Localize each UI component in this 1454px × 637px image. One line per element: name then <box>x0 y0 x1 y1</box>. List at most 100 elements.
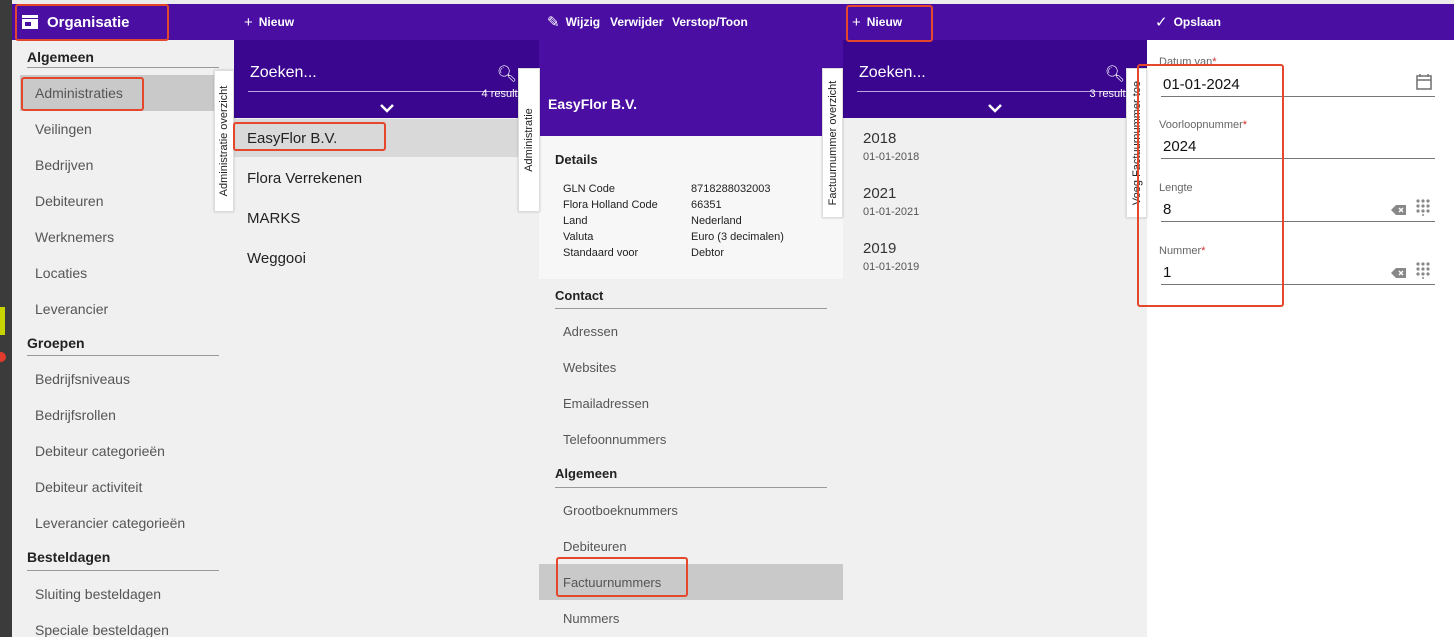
datum-field[interactable]: 01-01-2024 <box>1163 76 1240 93</box>
list-item-marks[interactable]: MARKS <box>234 199 539 237</box>
invoice-search-bar: Zoeken... 🔍︎ 3 resultaten <box>843 40 1147 118</box>
divider <box>555 308 827 309</box>
org-sidebar: Algemeen Administraties Veilingen Bedrij… <box>12 40 234 637</box>
detail-topbar: ✎ Wijzig Verwijder Verstop/Toon <box>539 4 843 40</box>
general-header: Algemeen <box>555 466 618 481</box>
invoice-search-input[interactable]: Zoeken... <box>859 64 926 82</box>
edit-label: Wijzig <box>565 15 601 29</box>
admin-topbar: + Nieuw <box>234 4 539 40</box>
detail-item-nummers[interactable]: Nummers <box>539 600 843 636</box>
detail-label: Flora Holland Code <box>563 199 658 211</box>
plus-icon: + <box>852 13 861 31</box>
detail-header: EasyFlor B.V. <box>539 40 843 136</box>
section-header-groepen: Groepen <box>27 335 85 351</box>
sidebar-item-bedrijfsniveaus[interactable]: Bedrijfsniveaus <box>20 361 226 397</box>
admin-new-button[interactable]: + Nieuw <box>244 4 294 40</box>
detail-item-adressen[interactable]: Adressen <box>539 313 843 349</box>
sidebar-item-administraties[interactable]: Administraties <box>20 75 226 111</box>
sidebar-item-sluiting-besteldagen[interactable]: Sluiting besteldagen <box>20 576 226 612</box>
invoice-year[interactable]: 2019 <box>863 240 896 257</box>
detail-label: Valuta <box>563 231 594 243</box>
field-underline <box>1161 158 1435 159</box>
divider <box>555 487 827 488</box>
detail-item-factuurnummers[interactable]: Factuurnummers <box>539 564 843 600</box>
detail-item-debiteuren[interactable]: Debiteuren <box>539 528 843 564</box>
toggle-button[interactable]: Verstop/Toon <box>672 4 748 40</box>
list-item-flora-verrekenen[interactable]: Flora Verrekenen <box>234 159 539 197</box>
desktop-edge <box>0 0 12 637</box>
detail-label: Land <box>563 215 588 227</box>
sidebar-item-werknemers[interactable]: Werknemers <box>20 219 226 255</box>
field-underline <box>1161 284 1435 285</box>
invoice-year[interactable]: 2018 <box>863 130 896 147</box>
org-title-label: Organisatie <box>47 13 130 31</box>
voorloop-field[interactable]: 2024 <box>1163 138 1196 155</box>
detail-item-telefoonnummers[interactable]: Telefoonnummers <box>539 421 843 457</box>
administratie-tab-label: Administratie <box>523 108 535 172</box>
clear-icon[interactable] <box>1391 266 1407 282</box>
sidebar-item-debiteuren[interactable]: Debiteuren <box>20 183 226 219</box>
detail-item-websites[interactable]: Websites <box>539 349 843 385</box>
sidebar-item-speciale-besteldagen[interactable]: Speciale besteldagen <box>20 612 226 637</box>
admin-overview-tab-label: Administratie overzicht <box>218 85 230 197</box>
administratie-tab[interactable]: Administratie <box>518 68 540 212</box>
chevron-down-icon[interactable] <box>379 100 395 116</box>
divider <box>27 67 219 68</box>
invoice-list-panel: Zoeken... 🔍︎ 3 resultaten 2018 01-01-201… <box>843 40 1147 637</box>
chevron-down-icon[interactable] <box>987 100 1003 116</box>
invoice-form-panel: Datum van* 01-01-2024 Voorloopnummer* 20… <box>1147 40 1454 637</box>
sidebar-item-veilingen[interactable]: Veilingen <box>20 111 226 147</box>
save-label: Opslaan <box>1173 15 1221 29</box>
detail-title: EasyFlor B.V. <box>548 96 637 112</box>
keypad-icon[interactable] <box>1415 261 1431 282</box>
invoice-new-button[interactable]: + Nieuw <box>852 4 902 40</box>
calendar-icon[interactable] <box>1415 73 1433 94</box>
search-icon[interactable]: 🔍︎ <box>1105 64 1125 84</box>
clear-icon[interactable] <box>1391 203 1407 219</box>
list-item-easyflor[interactable]: EasyFlor B.V. <box>234 119 539 157</box>
details-section: Details GLN Code 8718288032003 Flora Hol… <box>539 136 843 279</box>
admin-overview-tab[interactable]: Administratie overzicht <box>214 70 234 212</box>
detail-value: 8718288032003 <box>691 183 771 195</box>
divider <box>27 355 219 356</box>
detail-item-emailadressen[interactable]: Emailadressen <box>539 385 843 421</box>
add-invoice-tab[interactable]: Voeg Factuurnummer toe <box>1126 68 1147 218</box>
list-item-weggooi[interactable]: Weggooi <box>234 239 539 277</box>
org-topbar: Organisatie <box>12 4 234 40</box>
toggle-label: Verstop/Toon <box>672 15 748 29</box>
lengte-field[interactable]: 8 <box>1163 201 1171 218</box>
detail-value: Nederland <box>691 215 742 227</box>
plus-icon: + <box>244 13 253 31</box>
field-underline <box>1161 221 1435 222</box>
detail-label: GLN Code <box>563 183 615 195</box>
org-title[interactable]: Organisatie <box>21 4 130 40</box>
delete-button[interactable]: Verwijder <box>610 4 663 40</box>
admin-search-input[interactable]: Zoeken... <box>250 64 317 82</box>
invoice-year[interactable]: 2021 <box>863 185 896 202</box>
sidebar-item-leverancier-categorieen[interactable]: Leverancier categorieën <box>20 505 226 541</box>
contact-header: Contact <box>555 288 604 303</box>
detail-item-grootboeknummers[interactable]: Grootboeknummers <box>539 492 843 528</box>
search-icon[interactable]: 🔍︎ <box>497 64 517 84</box>
form-topbar: ✓ Opslaan <box>1147 4 1454 40</box>
sidebar-item-bedrijfsrollen[interactable]: Bedrijfsrollen <box>20 397 226 433</box>
sidebar-item-debiteur-activiteit[interactable]: Debiteur activiteit <box>20 469 226 505</box>
keypad-icon[interactable] <box>1415 198 1431 219</box>
nummer-field[interactable]: 1 <box>1163 264 1171 281</box>
pencil-icon: ✎ <box>547 14 560 31</box>
detail-value: Euro (3 decimalen) <box>691 231 784 243</box>
divider <box>27 570 219 571</box>
invoice-date: 01-01-2021 <box>863 206 920 218</box>
delete-label: Verwijder <box>610 15 664 29</box>
detail-panel: EasyFlor B.V. Details GLN Code 871828803… <box>539 40 843 637</box>
detail-value: Debtor <box>691 247 725 259</box>
sidebar-item-locaties[interactable]: Locaties <box>20 255 226 291</box>
invoice-overview-tab[interactable]: Factuurnummer overzicht <box>822 68 843 218</box>
datum-label: Datum van* <box>1159 56 1217 68</box>
edit-button[interactable]: ✎ Wijzig <box>547 4 600 40</box>
save-button[interactable]: ✓ Opslaan <box>1155 4 1221 40</box>
sidebar-item-bedrijven[interactable]: Bedrijven <box>20 147 226 183</box>
sidebar-item-debiteur-categorieen[interactable]: Debiteur categorieën <box>20 433 226 469</box>
sidebar-item-leverancier[interactable]: Leverancier <box>20 291 226 327</box>
voorloop-label: Voorloopnummer* <box>1159 119 1248 131</box>
